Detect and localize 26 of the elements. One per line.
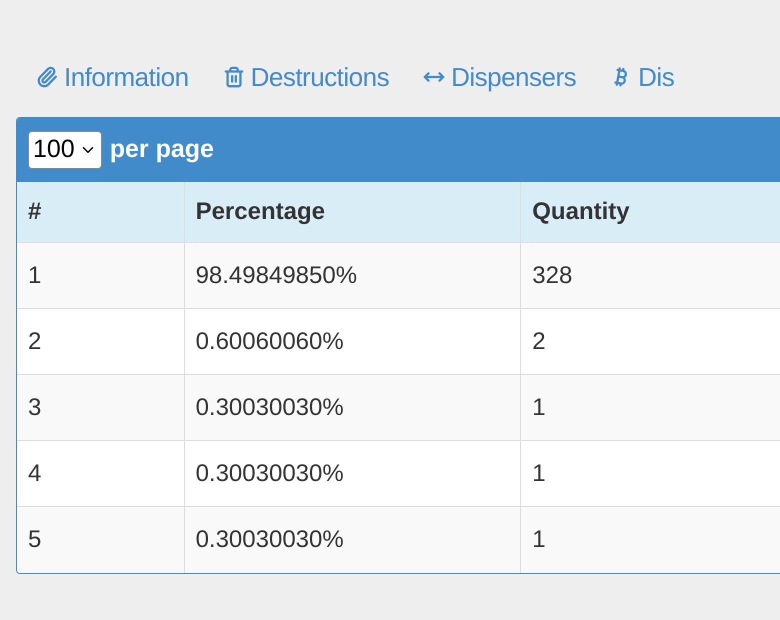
tab-link[interactable]: Destructions — [222, 60, 390, 94]
table-cell: 3 — [17, 375, 185, 440]
table-cell-text: 1 — [531, 392, 547, 422]
tab-link[interactable]: Dispensers — [423, 60, 576, 94]
table-cell: 4 — [17, 441, 185, 506]
table-cell-text: 1 — [531, 525, 547, 555]
table-cell: 0.30030030% — [184, 375, 522, 440]
tab-link[interactable]: Dis — [610, 60, 674, 94]
table-cell: 0.30030030% — [184, 441, 522, 506]
table-cell: 2 — [17, 309, 185, 374]
table-cell-text: 328 — [531, 260, 574, 290]
per-page-select[interactable]: 100 — [28, 131, 102, 169]
table-cell: 0.60060060% — [184, 309, 522, 374]
table-cell: 98.49849850% — [184, 243, 522, 308]
column-header: Quantity — [531, 197, 631, 227]
paperclip-icon — [36, 66, 58, 88]
table-cell-text: 2 — [531, 326, 547, 356]
tab-link[interactable]: Information — [36, 60, 189, 94]
column-header: # — [17, 182, 185, 242]
table-cell: 0.30030030% — [184, 507, 522, 573]
table-cell: 1 — [17, 243, 185, 308]
table-cell-text: 1 — [531, 458, 547, 488]
table-cell: 5 — [17, 507, 185, 573]
column-header: Percentage — [184, 182, 522, 242]
per-page-label: per page — [110, 134, 214, 166]
trash-icon — [222, 66, 245, 88]
